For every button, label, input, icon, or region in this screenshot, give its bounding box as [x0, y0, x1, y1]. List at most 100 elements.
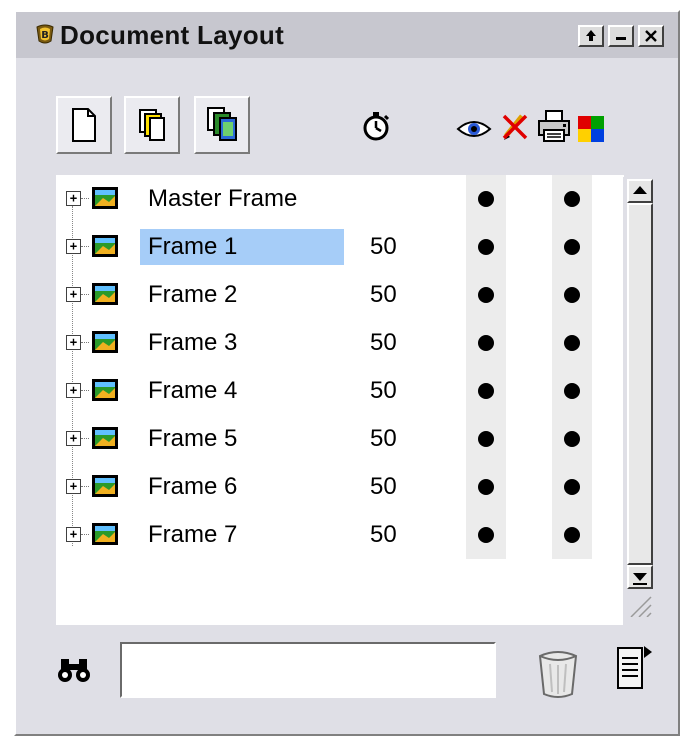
visible-dot-icon [478, 479, 494, 495]
visible-toggle[interactable] [466, 367, 506, 415]
frame-row[interactable]: + Frame 4 50 [56, 367, 624, 415]
frame-icon [92, 331, 118, 353]
frame-delay[interactable]: 50 [370, 517, 397, 553]
visible-toggle[interactable] [466, 415, 506, 463]
binoculars-icon[interactable] [56, 656, 92, 684]
visible-dot-icon [478, 383, 494, 399]
minimize-icon [616, 36, 626, 40]
printable-dot-icon [564, 335, 580, 351]
printable-toggle[interactable] [552, 511, 592, 559]
resize-grip-icon[interactable] [627, 593, 653, 617]
close-button[interactable] [638, 25, 664, 47]
printable-dot-icon [564, 239, 580, 255]
printable-toggle[interactable] [552, 223, 592, 271]
frame-label[interactable]: Frame 1 [140, 229, 344, 265]
printable-toggle[interactable] [552, 271, 592, 319]
frame-row[interactable]: + Frame 2 50 [56, 271, 624, 319]
new-frame-button[interactable] [56, 96, 112, 154]
stopwatch-icon[interactable] [360, 110, 392, 142]
expand-icon[interactable]: + [66, 383, 81, 398]
expand-icon[interactable]: + [66, 527, 81, 542]
tree-connector [81, 438, 89, 439]
color-swatch-icon[interactable] [578, 116, 604, 142]
frame-delay[interactable]: 50 [370, 325, 397, 361]
frame-icon [92, 187, 118, 209]
printer-icon[interactable] [536, 108, 572, 144]
frame-label[interactable]: Frame 3 [140, 325, 245, 361]
visible-dot-icon [478, 239, 494, 255]
frame-row[interactable]: + Frame 6 50 [56, 463, 624, 511]
new-page-icon [72, 108, 96, 142]
expand-icon[interactable]: + [66, 287, 81, 302]
printable-toggle[interactable] [552, 175, 592, 223]
expand-icon[interactable]: + [66, 191, 81, 206]
frame-label[interactable]: Frame 6 [140, 469, 245, 505]
frame-row[interactable]: + Master Frame [56, 175, 624, 223]
frame-label[interactable]: Frame 4 [140, 373, 245, 409]
frame-delay[interactable]: 50 [370, 277, 397, 313]
printable-toggle[interactable] [552, 415, 592, 463]
frame-icon [92, 523, 118, 545]
minimize-button[interactable] [608, 25, 634, 47]
vertical-scrollbar[interactable] [623, 177, 657, 625]
title-bar[interactable]: B Document Layout [16, 12, 678, 58]
printable-toggle[interactable] [552, 319, 592, 367]
frame-label[interactable]: Frame 7 [140, 517, 245, 553]
scroll-up-arrow-icon [633, 186, 647, 194]
float-button[interactable] [578, 25, 604, 47]
frame-row[interactable]: + Frame 3 50 [56, 319, 624, 367]
list-bottom-strip [56, 611, 624, 625]
window-title: Document Layout [60, 20, 285, 50]
frame-row[interactable]: + Frame 1 50 [56, 223, 624, 271]
frame-list[interactable]: + Master Frame + Frame 1 50 + Frame 2 50 + Frame … [56, 175, 624, 611]
expand-icon[interactable]: + [66, 239, 81, 254]
frame-delay[interactable]: 50 [370, 469, 397, 505]
visible-toggle[interactable] [466, 175, 506, 223]
tree-connector [81, 486, 89, 487]
visible-toggle[interactable] [466, 463, 506, 511]
printable-toggle[interactable] [552, 367, 592, 415]
document-layout-panel: B Document Layout + Master Frame + Frame… [14, 10, 680, 736]
panel-menu-icon[interactable] [614, 642, 654, 694]
printable-dot-icon [564, 191, 580, 207]
frame-label[interactable]: Master Frame [140, 181, 305, 217]
visible-dot-icon [478, 431, 494, 447]
frame-delay[interactable]: 50 [370, 229, 397, 265]
tree-connector [81, 294, 89, 295]
printable-toggle[interactable] [552, 463, 592, 511]
visible-toggle[interactable] [466, 223, 506, 271]
frame-delay[interactable]: 50 [370, 373, 397, 409]
printable-dot-icon [564, 527, 580, 543]
visible-toggle[interactable] [466, 319, 506, 367]
frame-icon [92, 235, 118, 257]
expand-icon[interactable]: + [66, 335, 81, 350]
scroll-up-button[interactable] [627, 179, 653, 203]
insert-pages-icon [207, 107, 237, 141]
expand-icon[interactable]: + [66, 431, 81, 446]
visible-toggle[interactable] [466, 511, 506, 559]
frame-label[interactable]: Frame 5 [140, 421, 245, 457]
tree-connector [81, 246, 89, 247]
search-input[interactable] [120, 642, 496, 698]
frame-label[interactable]: Frame 2 [140, 277, 245, 313]
frame-icon [92, 475, 118, 497]
duplicate-icon [139, 109, 165, 141]
visible-dot-icon [478, 191, 494, 207]
expand-icon[interactable]: + [66, 479, 81, 494]
frame-delay[interactable]: 50 [370, 421, 397, 457]
insert-from-file-button[interactable] [194, 96, 250, 154]
duplicate-frame-button[interactable] [124, 96, 180, 154]
eye-icon[interactable] [456, 118, 492, 140]
app-logo-icon: B [36, 24, 54, 44]
frame-row[interactable]: + Frame 7 50 [56, 511, 624, 559]
pen-lock-icon[interactable] [500, 110, 530, 142]
tree-connector [81, 198, 89, 199]
visible-toggle[interactable] [466, 271, 506, 319]
scroll-down-arrow-icon [633, 573, 647, 585]
scroll-thumb[interactable] [627, 203, 653, 565]
trash-icon[interactable] [536, 646, 580, 700]
tree-connector [81, 390, 89, 391]
scroll-down-button[interactable] [627, 565, 653, 589]
tree-connector [81, 342, 89, 343]
frame-row[interactable]: + Frame 5 50 [56, 415, 624, 463]
